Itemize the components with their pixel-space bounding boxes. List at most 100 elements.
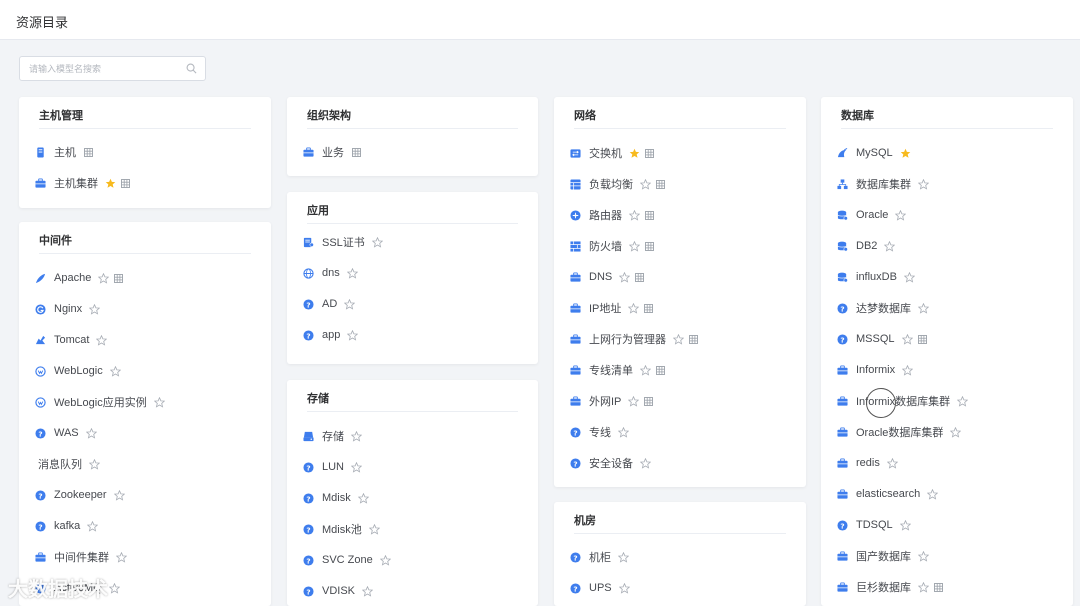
star-outline-icon[interactable] bbox=[899, 519, 911, 531]
star-outline-icon[interactable] bbox=[640, 178, 651, 190]
star-outline-icon[interactable] bbox=[903, 271, 915, 283]
resource-item[interactable]: ? app bbox=[303, 325, 359, 345]
resource-item[interactable]: ? WAS bbox=[35, 423, 97, 443]
star-outline-icon[interactable] bbox=[346, 267, 358, 279]
star-outline-icon[interactable] bbox=[886, 457, 898, 469]
star-outline-icon[interactable] bbox=[628, 395, 640, 407]
star-outline-icon[interactable] bbox=[918, 178, 929, 190]
star-outline-icon[interactable] bbox=[344, 298, 356, 310]
star-outline-icon[interactable] bbox=[618, 551, 629, 563]
resource-item[interactable]: ? 机柜 bbox=[570, 547, 629, 567]
star-outline-icon[interactable] bbox=[628, 302, 640, 314]
resource-item[interactable]: SSL证书 bbox=[303, 232, 383, 252]
star-outline-icon[interactable] bbox=[618, 426, 629, 438]
star-outline-icon[interactable] bbox=[640, 364, 651, 376]
resource-item[interactable]: ? 安全设备 bbox=[570, 453, 651, 473]
star-outline-icon[interactable] bbox=[629, 240, 640, 252]
star-outline-icon[interactable] bbox=[116, 551, 127, 563]
resource-item[interactable]: ? VDISK bbox=[303, 581, 374, 601]
resource-item[interactable]: 负载均衡 bbox=[570, 174, 665, 194]
star-outline-icon[interactable] bbox=[918, 550, 929, 562]
resource-item[interactable]: 防火墙 bbox=[570, 236, 654, 256]
star-outline-icon[interactable] bbox=[901, 333, 913, 345]
resource-item[interactable]: WebLogic应用实例 bbox=[35, 392, 165, 412]
resource-item[interactable]: ? AD bbox=[303, 294, 356, 314]
star-outline-icon[interactable] bbox=[98, 272, 110, 284]
resource-item[interactable]: 主机集群 bbox=[35, 173, 130, 193]
star-filled-icon[interactable] bbox=[629, 148, 640, 159]
star-outline-icon[interactable] bbox=[357, 492, 369, 504]
resource-item[interactable]: 国产数据库 bbox=[837, 546, 929, 566]
star-outline-icon[interactable] bbox=[902, 364, 914, 376]
resource-item[interactable]: 交换机 bbox=[570, 143, 654, 163]
model-search-box[interactable] bbox=[19, 56, 206, 81]
resource-item[interactable]: ? Zookeeper bbox=[35, 485, 125, 505]
resource-item[interactable]: 上网行为管理器 bbox=[570, 329, 698, 349]
resource-item[interactable]: ? SVC Zone bbox=[303, 550, 391, 570]
star-filled-icon[interactable] bbox=[105, 178, 116, 189]
resource-item[interactable]: 主机 bbox=[35, 142, 93, 162]
resource-item[interactable]: ? Mdisk bbox=[303, 488, 369, 508]
resource-item[interactable]: Informix bbox=[837, 360, 914, 380]
star-outline-icon[interactable] bbox=[371, 236, 383, 248]
star-outline-icon[interactable] bbox=[640, 457, 651, 469]
star-outline-icon[interactable] bbox=[89, 303, 101, 315]
resource-item[interactable]: 外网IP bbox=[570, 391, 654, 411]
star-outline-icon[interactable] bbox=[113, 489, 125, 501]
resource-item[interactable]: ? LUN bbox=[303, 457, 363, 477]
resource-item[interactable]: influxDB bbox=[837, 267, 915, 287]
resource-item[interactable]: ? kafka bbox=[35, 516, 99, 536]
star-outline-icon[interactable] bbox=[351, 430, 362, 442]
resource-item[interactable]: 中间件集群 bbox=[35, 547, 127, 567]
search-icon[interactable] bbox=[186, 63, 197, 74]
resource-item[interactable]: DNS bbox=[570, 267, 645, 287]
star-outline-icon[interactable] bbox=[884, 240, 896, 252]
resource-item[interactable]: 巨杉数据库 bbox=[837, 577, 943, 597]
resource-item[interactable]: Informix数据库集群 bbox=[837, 391, 969, 411]
resource-item[interactable]: 业务 bbox=[303, 142, 361, 162]
star-outline-icon[interactable] bbox=[153, 396, 165, 408]
star-outline-icon[interactable] bbox=[96, 334, 108, 346]
star-outline-icon[interactable] bbox=[918, 581, 929, 593]
search-input[interactable] bbox=[20, 57, 180, 80]
resource-item[interactable]: redis bbox=[837, 453, 898, 473]
star-outline-icon[interactable] bbox=[619, 271, 631, 283]
star-filled-icon[interactable] bbox=[900, 148, 911, 159]
resource-item[interactable]: IP地址 bbox=[570, 298, 654, 318]
star-outline-icon[interactable] bbox=[362, 585, 374, 597]
star-outline-icon[interactable] bbox=[918, 302, 929, 314]
resource-item[interactable]: 路由器 bbox=[570, 205, 654, 225]
star-outline-icon[interactable] bbox=[347, 329, 359, 341]
resource-item[interactable]: 存储 bbox=[303, 426, 362, 446]
star-outline-icon[interactable] bbox=[85, 427, 97, 439]
star-outline-icon[interactable] bbox=[673, 333, 684, 345]
star-outline-icon[interactable] bbox=[618, 582, 630, 594]
star-outline-icon[interactable] bbox=[109, 365, 121, 377]
star-outline-icon[interactable] bbox=[379, 554, 391, 566]
resource-item[interactable]: DB2 bbox=[837, 236, 896, 256]
resource-item[interactable]: Nginx bbox=[35, 299, 101, 319]
resource-item[interactable]: Tomcat bbox=[35, 330, 108, 350]
resource-item[interactable]: 专线清单 bbox=[570, 360, 665, 380]
resource-item[interactable]: MySQL bbox=[837, 143, 911, 163]
star-outline-icon[interactable] bbox=[629, 209, 640, 221]
resource-item[interactable]: ? UPS bbox=[570, 578, 630, 598]
resource-item[interactable]: 数据库集群 bbox=[837, 174, 929, 194]
resource-item[interactable]: dns bbox=[303, 263, 358, 283]
star-outline-icon[interactable] bbox=[351, 461, 363, 473]
star-outline-icon[interactable] bbox=[108, 582, 120, 594]
star-outline-icon[interactable] bbox=[957, 395, 969, 407]
resource-item[interactable]: ? 达梦数据库 bbox=[837, 298, 929, 318]
star-outline-icon[interactable] bbox=[87, 520, 99, 532]
resource-item[interactable]: Oracle数据库集群 bbox=[837, 422, 962, 442]
resource-item[interactable]: Apache bbox=[35, 268, 124, 288]
resource-item[interactable]: Oracle bbox=[837, 205, 907, 225]
resource-item[interactable]: ? 专线 bbox=[570, 422, 629, 442]
resource-item[interactable]: WebLogic bbox=[35, 361, 121, 381]
resource-item[interactable]: ? TDSQL bbox=[837, 515, 911, 535]
star-outline-icon[interactable] bbox=[895, 209, 907, 221]
resource-item[interactable]: elasticsearch bbox=[837, 484, 939, 504]
resource-item[interactable]: 消息队列 bbox=[35, 454, 100, 474]
resource-item[interactable]: ? Mdisk池 bbox=[303, 519, 380, 539]
resource-item[interactable]: ? MSSQL bbox=[837, 329, 927, 349]
